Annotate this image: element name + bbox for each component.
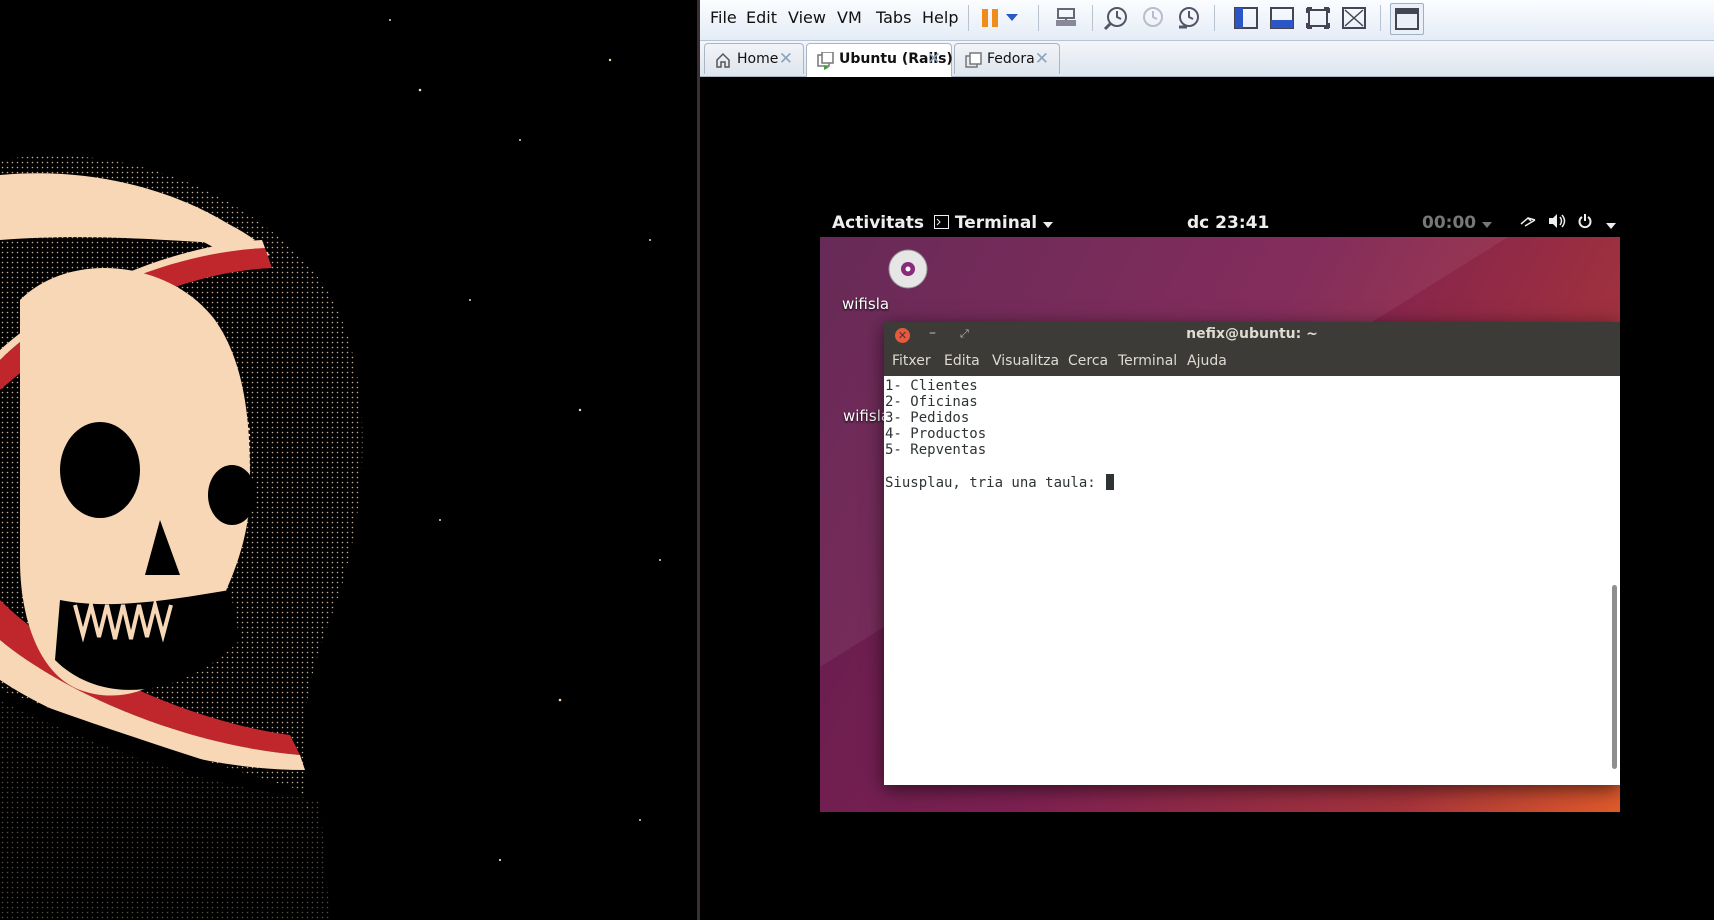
library-icon (1234, 7, 1258, 29)
toolbar-separator (968, 5, 969, 31)
ubuntu-desktop[interactable]: wifisla wifisla nefix@ubuntu: ~ ✕ – ⤢ Fi… (820, 237, 1620, 812)
chevron-down-icon (1006, 14, 1018, 21)
terminal-menubar: Fitxer Edita Visualitza Cerca Terminal A… (884, 349, 1620, 376)
close-tab-icon[interactable]: ✕ (927, 49, 941, 69)
full-screen-button[interactable] (1302, 3, 1334, 33)
terminal-menu-edit[interactable]: Edita (944, 353, 980, 369)
menu-tabs[interactable]: Tabs (876, 4, 911, 32)
console-view-icon (1395, 8, 1419, 30)
tab-fedora-label: Fedora (987, 51, 1035, 67)
menu-help[interactable]: Help (922, 4, 958, 32)
show-library-button[interactable] (1230, 3, 1262, 33)
network-icon (1056, 8, 1076, 26)
snapshot-manager-icon (1179, 7, 1199, 29)
system-menu[interactable] (1520, 213, 1616, 234)
snapshot-manager-button[interactable] (1172, 3, 1204, 33)
vmware-menubar: File Edit View VM Tabs Help (700, 0, 1714, 41)
timer-label: 00:00 (1422, 213, 1477, 233)
guest-display[interactable]: Activitats Terminal dc 23:41 00:00 wifis… (820, 205, 1620, 812)
text-cursor (1106, 474, 1115, 490)
unity-button[interactable] (1338, 3, 1370, 33)
astronaut-skull-artwork (0, 19, 661, 920)
maximize-icon[interactable]: ⤢ (960, 327, 969, 341)
clock[interactable]: dc 23:41 (1187, 213, 1269, 233)
minimize-icon[interactable]: – (929, 325, 936, 341)
power-dropdown-button[interactable] (1002, 3, 1022, 33)
toolbar-separator (1092, 5, 1093, 31)
chevron-down-icon (1605, 223, 1616, 229)
activities-button[interactable]: Activitats (832, 213, 924, 233)
toolbar-separator (1038, 5, 1039, 31)
menu-file[interactable]: File (710, 4, 737, 32)
send-ctrl-alt-del-button[interactable] (1050, 3, 1082, 33)
terminal-line: 1- Clientes (885, 378, 978, 394)
terminal-menu-view[interactable]: Visualitza (992, 353, 1059, 369)
thumbnail-bar-button[interactable] (1266, 3, 1298, 33)
terminal-output[interactable]: 1- Clientes 2- Oficinas 3- Pedidos 4- Pr… (884, 376, 1609, 785)
scrollbar-thumb[interactable] (1612, 585, 1617, 769)
terminal-menu-terminal[interactable]: Terminal (1118, 353, 1177, 369)
chevron-down-icon (1043, 222, 1054, 228)
desktop-icon-label[interactable]: wifisla (842, 295, 889, 313)
terminal-prompt: Siusplau, tria una taula: (885, 475, 1105, 491)
revert-snapshot-icon (1143, 7, 1163, 27)
app-menu-label: Terminal (954, 213, 1038, 233)
desktop-wallpaper (0, 0, 697, 920)
tab-fedora[interactable]: Fedora ✕ (954, 43, 1060, 74)
vmware-window: File Edit View VM Tabs Help Home ✕ Ubunt… (700, 0, 1714, 920)
gnome-top-bar: Activitats Terminal dc 23:41 00:00 (820, 205, 1620, 241)
screencast-timer[interactable]: 00:00 (1422, 213, 1493, 233)
menu-vm[interactable]: VM (837, 4, 862, 32)
volume-icon (1548, 214, 1566, 228)
vmware-tabbar: Home ✕ Ubuntu (Rails) ✕ Fedora ✕ (700, 41, 1714, 77)
tab-home[interactable]: Home ✕ (704, 43, 804, 74)
terminal-icon (934, 215, 949, 229)
fullscreen-icon (1306, 7, 1330, 29)
terminal-title: nefix@ubuntu: ~ (1186, 326, 1318, 342)
menu-edit[interactable]: Edit (746, 4, 777, 32)
network-wired-icon (1520, 216, 1536, 227)
pause-icon (982, 9, 998, 27)
terminal-line: 3- Pedidos (885, 410, 970, 426)
snapshot-icon (1103, 7, 1127, 31)
power-icon (1578, 214, 1592, 229)
toolbar-separator (1214, 5, 1215, 31)
revert-snapshot-button[interactable] (1136, 3, 1168, 33)
terminal-menu-search[interactable]: Cerca (1068, 353, 1108, 369)
terminal-window[interactable]: nefix@ubuntu: ~ ✕ – ⤢ Fitxer Edita Visua… (884, 322, 1620, 785)
vm-icon (965, 52, 982, 68)
take-snapshot-button[interactable] (1100, 3, 1132, 33)
tab-home-label: Home (737, 51, 779, 67)
optical-disc-icon[interactable] (888, 249, 928, 289)
close-tab-icon[interactable]: ✕ (1035, 49, 1049, 69)
terminal-line: 2- Oficinas (885, 394, 978, 410)
close-icon[interactable]: ✕ (895, 328, 910, 343)
chevron-down-icon (1482, 222, 1493, 228)
app-menu-button[interactable]: Terminal (934, 213, 1054, 233)
home-icon (716, 52, 730, 68)
terminal-prompt-line: Siusplau, tria una taula: (885, 474, 1115, 491)
tab-ubuntu-rails[interactable]: Ubuntu (Rails) ✕ (806, 43, 953, 77)
menu-view[interactable]: View (788, 4, 826, 32)
terminal-line: 5- Repventas (885, 442, 987, 458)
terminal-menu-help[interactable]: Ajuda (1187, 353, 1227, 369)
console-view-button[interactable] (1390, 3, 1424, 35)
terminal-line: 4- Productos (885, 426, 987, 442)
thumbnail-icon (1270, 7, 1294, 29)
unity-icon (1342, 7, 1366, 29)
terminal-scrollbar[interactable] (1609, 376, 1620, 785)
vm-running-icon (817, 52, 834, 70)
toolbar-separator (1380, 5, 1381, 31)
close-tab-icon[interactable]: ✕ (779, 49, 793, 69)
terminal-titlebar[interactable]: nefix@ubuntu: ~ ✕ – ⤢ (884, 322, 1620, 349)
terminal-menu-file[interactable]: Fitxer (892, 353, 931, 369)
desktop-icon-label[interactable]: wifisla (843, 407, 890, 425)
